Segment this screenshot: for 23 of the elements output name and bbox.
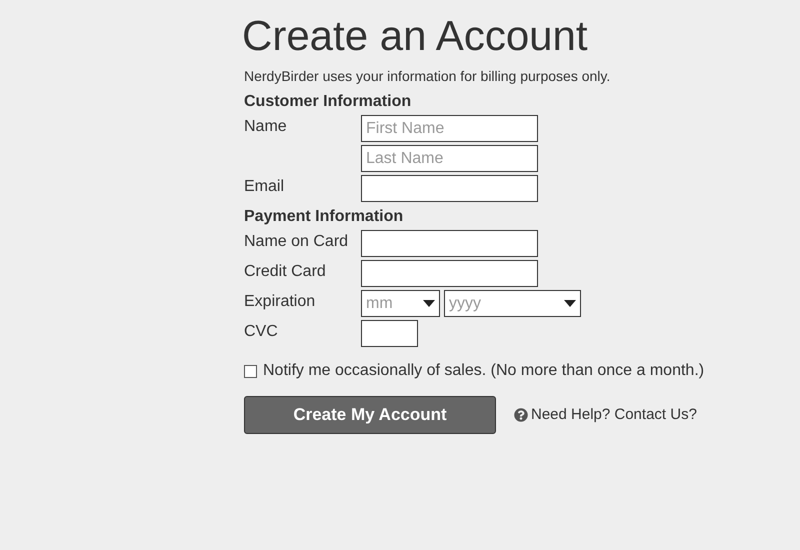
- text-field[interactable]: [361, 230, 538, 257]
- text-field[interactable]: [361, 175, 538, 202]
- checkbox-label: Notify me occasionally of sales. (No more than once a month.): [263, 361, 704, 381]
- field-label: CVC: [244, 323, 278, 340]
- section-heading: Customer Information: [244, 92, 412, 112]
- text-field[interactable]: [361, 260, 538, 287]
- create-account-button[interactable]: Create My Account: [244, 396, 496, 434]
- page-title: Create an Account: [242, 11, 589, 61]
- field-label: Credit Card: [244, 263, 326, 280]
- caret-icon: [564, 300, 576, 307]
- checkbox[interactable]: [244, 364, 257, 378]
- section-heading: Payment Information: [244, 207, 404, 227]
- field-label: Name: [244, 118, 287, 135]
- text-field[interactable]: [361, 320, 418, 347]
- field-label: Email: [244, 178, 284, 195]
- caret-icon: [423, 300, 435, 307]
- field-label: Expiration: [244, 293, 316, 310]
- text-field[interactable]: Last Name: [361, 145, 538, 172]
- intro-text: NerdyBirder uses your information for billing purposes only.: [244, 67, 612, 86]
- text-field[interactable]: First Name: [361, 115, 538, 142]
- help-link[interactable]: Need Help? Contact Us?: [531, 404, 697, 426]
- field-label: Name on Card: [244, 233, 348, 250]
- help-icon: [514, 408, 528, 422]
